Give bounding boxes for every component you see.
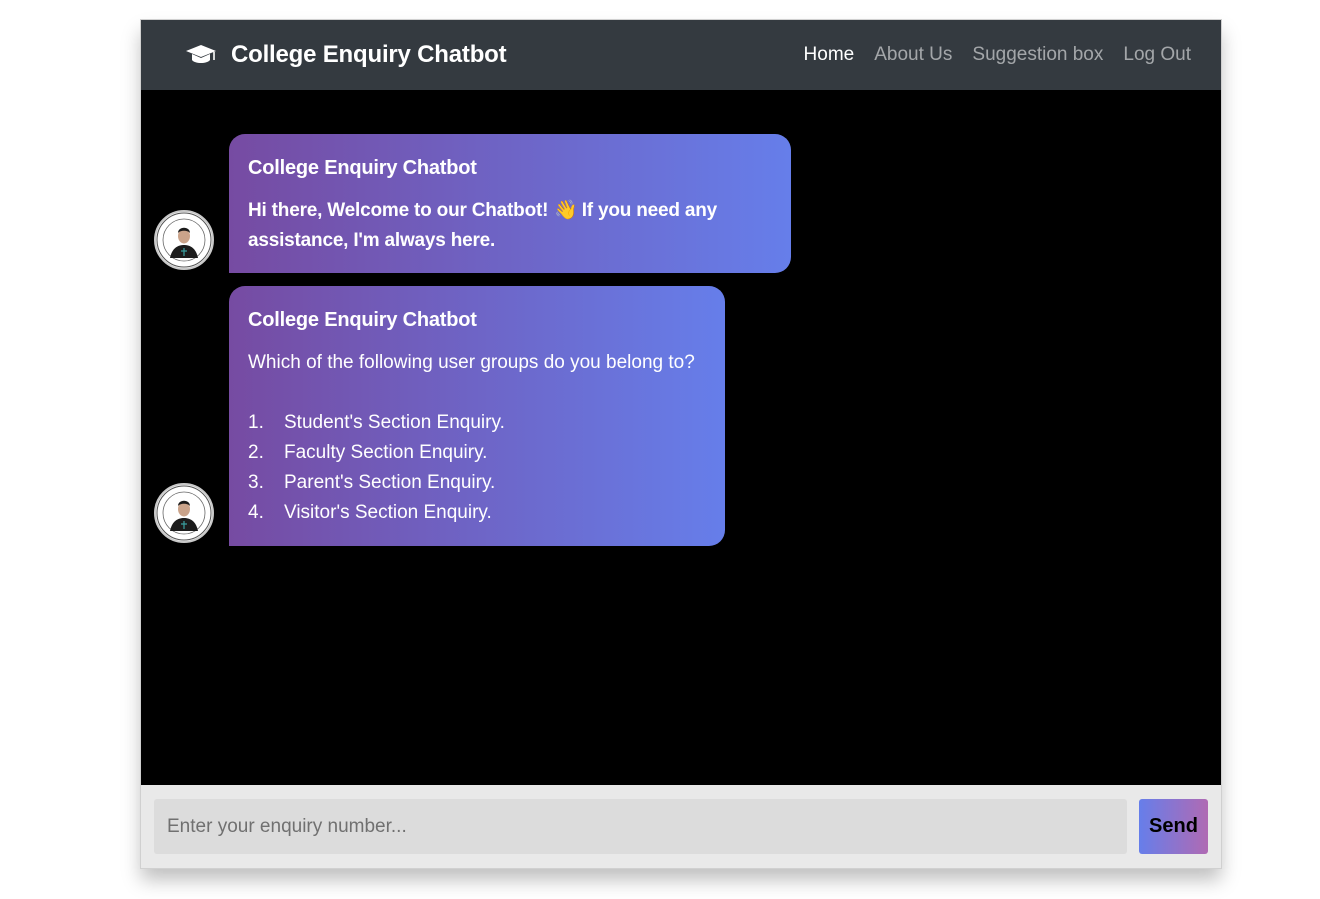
graduation-cap-icon	[186, 45, 216, 63]
nav-link-home[interactable]: Home	[804, 44, 855, 66]
nav-link-suggestion-box[interactable]: Suggestion box	[972, 44, 1103, 66]
navbar: College Enquiry Chatbot Home About Us Su…	[141, 20, 1221, 90]
waving-hand-emoji: 👋	[554, 200, 578, 221]
list-item: 1. Student's Section Enquiry.	[248, 408, 706, 438]
list-item-label: Visitor's Section Enquiry.	[284, 502, 492, 523]
list-item-number: 3.	[248, 472, 264, 493]
list-item: 4. Visitor's Section Enquiry.	[248, 498, 706, 528]
options-list: 1. Student's Section Enquiry. 2. Faculty…	[248, 408, 706, 528]
list-item-number: 2.	[248, 442, 264, 463]
nav-links: Home About Us Suggestion box Log Out	[784, 44, 1191, 66]
bot-message-bubble: College Enquiry Chatbot Which of the fol…	[229, 286, 725, 546]
brand[interactable]: College Enquiry Chatbot	[185, 41, 507, 69]
chatbot-window: College Enquiry Chatbot Home About Us Su…	[140, 19, 1222, 869]
list-item: 2. Faculty Section Enquiry.	[248, 438, 706, 468]
bot-avatar	[154, 210, 214, 270]
nav-link-log-out[interactable]: Log Out	[1123, 44, 1191, 66]
message-sender: College Enquiry Chatbot	[248, 157, 477, 179]
message-text-start: Hi there, Welcome to our Chatbot!	[248, 200, 549, 221]
enquiry-input[interactable]	[154, 799, 1127, 854]
bot-avatar-icon	[156, 212, 212, 268]
bot-avatar	[154, 483, 214, 543]
list-item-label: Faculty Section Enquiry.	[284, 442, 488, 463]
chat-area[interactable]: College Enquiry Chatbot Hi there, Welcom…	[141, 90, 1221, 785]
list-item-number: 1.	[248, 412, 264, 433]
message-text: Which of the following user groups do yo…	[248, 352, 695, 373]
list-item-label: Parent's Section Enquiry.	[284, 472, 496, 493]
list-item-label: Student's Section Enquiry.	[284, 412, 505, 433]
list-item-number: 4.	[248, 502, 264, 523]
send-button[interactable]: Send	[1139, 799, 1208, 854]
input-bar: Send	[141, 785, 1221, 868]
brand-title: College Enquiry Chatbot	[231, 41, 507, 68]
bot-avatar-icon	[156, 485, 212, 541]
bot-message-bubble: College Enquiry Chatbot Hi there, Welcom…	[229, 134, 791, 273]
list-item: 3. Parent's Section Enquiry.	[248, 468, 706, 498]
message-sender: College Enquiry Chatbot	[248, 309, 477, 331]
nav-link-about-us[interactable]: About Us	[874, 44, 952, 66]
message-text: Hi there, Welcome to our Chatbot! 👋 If you…	[248, 196, 772, 256]
